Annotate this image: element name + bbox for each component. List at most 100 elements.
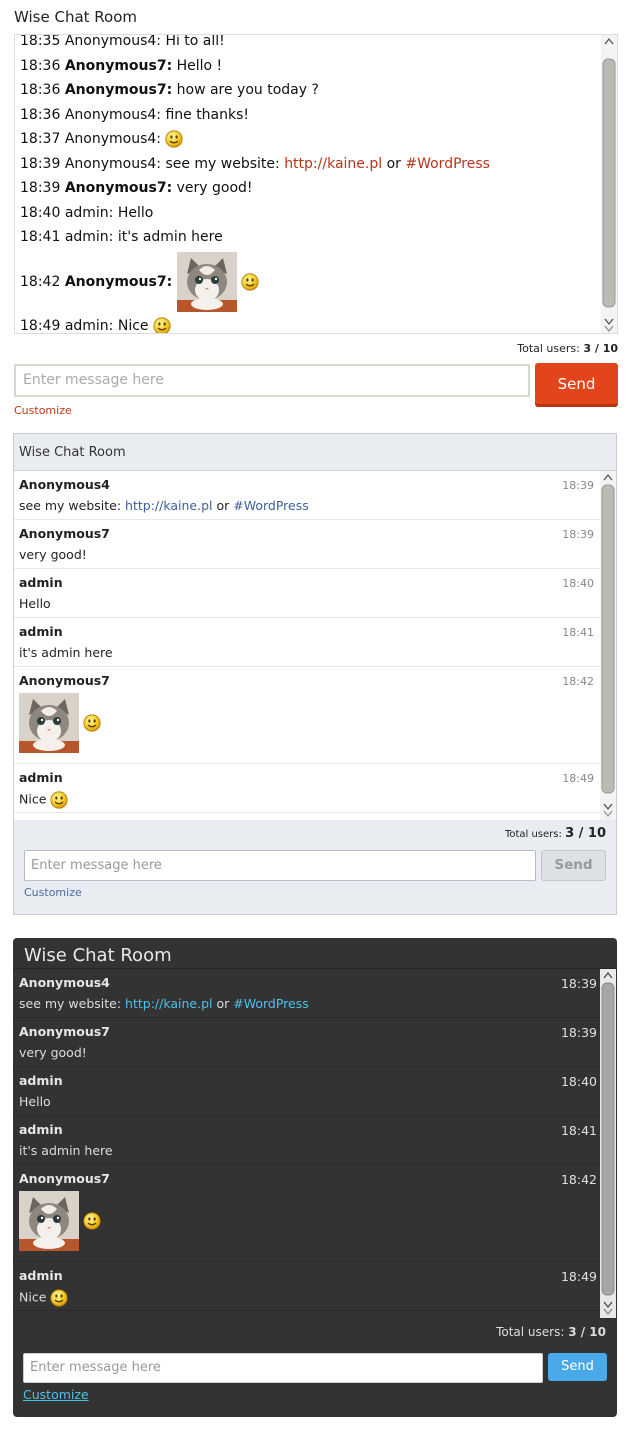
message-sender[interactable]: admin	[19, 1073, 595, 1088]
message-sender[interactable]: Anonymous7:	[65, 180, 172, 196]
message-time: 18:39	[20, 155, 61, 172]
customize-link[interactable]: Customize	[14, 404, 72, 417]
customize-link[interactable]: Customize	[23, 1387, 89, 1402]
message-log[interactable]: 18:35 Anonymous4: Hi to all! 18:36 Anony…	[14, 34, 618, 334]
message-input[interactable]: Enter message here	[23, 1353, 543, 1383]
smiley-icon	[241, 273, 259, 291]
message-link[interactable]: http://kaine.pl	[284, 156, 382, 172]
smiley-icon	[153, 317, 171, 335]
message-sender[interactable]: Anonymous7:	[65, 82, 172, 98]
message-input[interactable]: Enter message here	[24, 850, 536, 881]
message-sender[interactable]: admin	[19, 1268, 595, 1283]
message-sender[interactable]: admin	[19, 624, 595, 639]
kitten-image[interactable]	[177, 252, 237, 312]
message-sender[interactable]: Anonymous7:	[65, 58, 172, 74]
message-sender[interactable]: Anonymous4:	[65, 156, 161, 172]
message-sender[interactable]: admin	[19, 575, 595, 590]
hashtag-link[interactable]: #WordPress	[405, 156, 490, 172]
message-row: admin 18:49 Nice	[13, 1262, 601, 1311]
message-text: it's admin here	[19, 1143, 113, 1158]
message-text: how are you today ?	[176, 82, 319, 98]
message-text: see my website:	[19, 996, 126, 1011]
message-row: 18:36 Anonymous7: how are you today ?	[15, 78, 601, 103]
message-row: 18:42 Anonymous7:	[15, 250, 601, 314]
hashtag-link[interactable]: #WordPress	[233, 498, 309, 513]
kitten-image[interactable]	[19, 1191, 79, 1251]
message-time: 18:40	[20, 204, 61, 221]
message-log[interactable]: Anonymous4 18:39 see my website: http://…	[14, 471, 616, 820]
message-link[interactable]: http://kaine.pl	[125, 996, 212, 1011]
message-row: admin 18:40 Hello	[13, 1067, 601, 1116]
message-row: Anonymous7 18:39 very good!	[14, 520, 600, 569]
message-row: Anonymous4 18:39 see my website: http://…	[13, 969, 601, 1018]
message-sender[interactable]: admin:	[65, 318, 114, 334]
send-button[interactable]: Send	[535, 363, 618, 407]
message-text: Hello	[117, 204, 154, 221]
message-sender[interactable]: Anonymous4	[19, 975, 595, 990]
message-time: 18:42	[560, 1172, 597, 1187]
send-button[interactable]: Send	[548, 1353, 607, 1381]
kitten-image[interactable]	[19, 693, 79, 753]
message-sender[interactable]: admin	[19, 1122, 595, 1137]
message-row: 18:39 Anonymous7: very good!	[15, 176, 601, 201]
message-text: Hello	[19, 596, 51, 611]
message-content: Nice	[19, 1289, 595, 1307]
message-text: or	[212, 996, 234, 1011]
message-time: 18:49	[560, 1269, 597, 1284]
scrollbar[interactable]	[600, 969, 616, 1318]
message-sender[interactable]: Anonymous7	[19, 1171, 595, 1186]
message-sender[interactable]: Anonymous4:	[65, 107, 161, 123]
message-text: Hello !	[176, 57, 223, 74]
message-text: or	[382, 155, 406, 172]
message-time: 18:39	[562, 479, 594, 492]
users-value: 3 / 10	[568, 1325, 606, 1339]
hashtag-link[interactable]: #WordPress	[233, 996, 309, 1011]
scrollbar[interactable]	[600, 471, 616, 820]
message-time: 18:41	[20, 229, 61, 245]
message-text: Hi to all!	[165, 34, 225, 49]
message-sender[interactable]: Anonymous4:	[65, 131, 161, 147]
smiley-icon	[50, 1289, 68, 1307]
message-sender[interactable]: admin	[19, 770, 595, 785]
message-text: fine thanks!	[165, 106, 250, 123]
message-time: 18:42	[562, 675, 594, 688]
message-time: 18:36	[20, 57, 61, 74]
message-sender[interactable]: Anonymous7	[19, 526, 595, 541]
message-row: 18:36 Anonymous4: fine thanks!	[15, 103, 601, 128]
chat-title: Wise Chat Room	[14, 434, 616, 471]
message-sender[interactable]: Anonymous7:	[65, 274, 172, 290]
message-time: 18:39	[20, 180, 61, 196]
message-text: it's admin here	[19, 645, 113, 660]
message-link[interactable]: http://kaine.pl	[125, 498, 212, 513]
message-time: 18:41	[562, 626, 594, 639]
message-time: 18:36	[20, 106, 61, 123]
message-row: 18:40 admin: Hello	[15, 201, 601, 226]
message-row: Anonymous4 18:39 see my website: http://…	[14, 471, 600, 520]
smiley-icon	[83, 714, 101, 732]
message-row: 18:37 Anonymous4:	[15, 127, 601, 152]
message-sender[interactable]: admin:	[65, 229, 114, 245]
message-text: Hello	[19, 1094, 51, 1109]
users-counter: Total users: 3 / 10	[505, 826, 606, 841]
message-sender[interactable]: Anonymous7	[19, 673, 595, 688]
users-value: 3 / 10	[583, 342, 618, 355]
message-time: 18:39	[560, 976, 597, 991]
message-row: 18:49 admin: Nice	[15, 314, 601, 335]
users-label: Total users:	[517, 342, 580, 355]
message-time: 18:41	[560, 1123, 597, 1138]
message-text: it's admin here	[117, 229, 223, 245]
scrollbar[interactable]	[601, 35, 617, 333]
message-text: Nice	[117, 317, 149, 334]
message-input[interactable]: Enter message here	[14, 364, 530, 397]
message-log[interactable]: Anonymous4 18:39 see my website: http://…	[13, 969, 617, 1318]
message-sender[interactable]: Anonymous4	[19, 477, 595, 492]
message-sender[interactable]: Anonymous7	[19, 1024, 595, 1039]
message-text: see my website:	[19, 498, 126, 513]
message-sender[interactable]: Anonymous4:	[65, 35, 161, 49]
message-time: 18:35	[20, 34, 61, 49]
message-text: very good!	[19, 547, 87, 562]
send-button[interactable]: Send	[541, 850, 606, 881]
message-sender[interactable]: admin:	[65, 205, 114, 221]
message-row: Anonymous7 18:39 very good!	[13, 1018, 601, 1067]
customize-link[interactable]: Customize	[24, 886, 82, 899]
